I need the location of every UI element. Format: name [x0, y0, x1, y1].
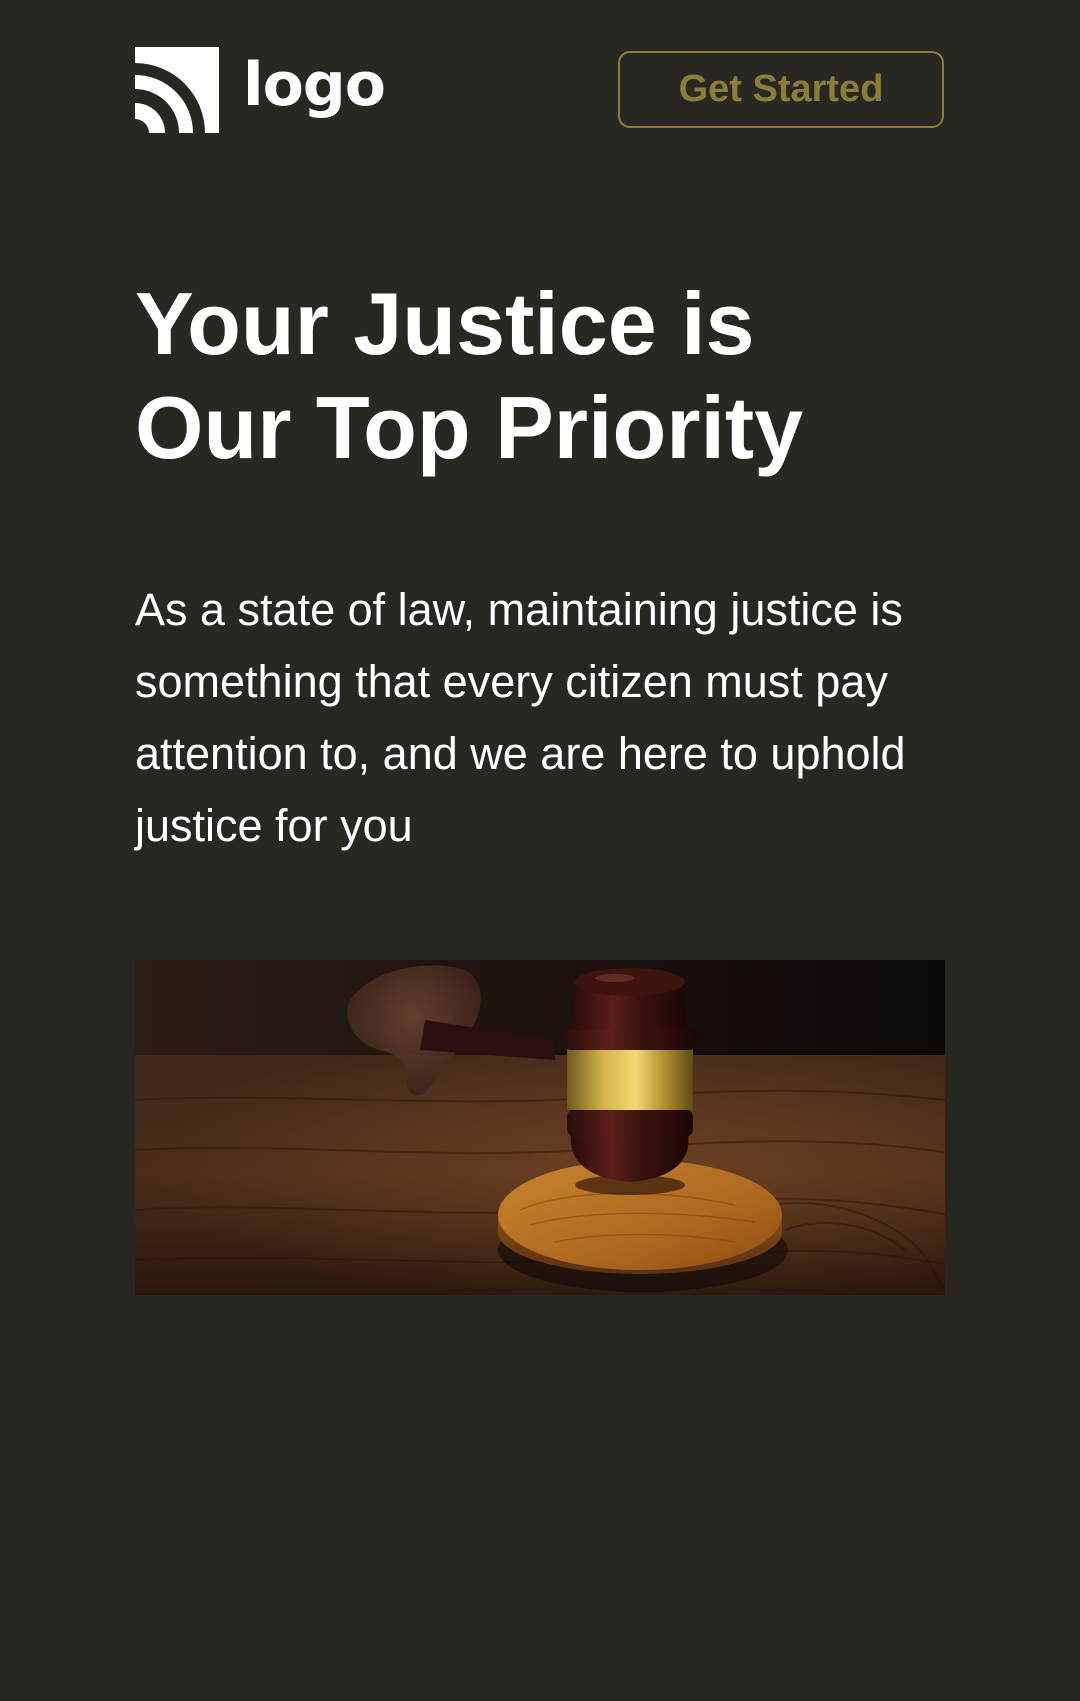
get-started-button[interactable]: Get Started: [618, 51, 944, 128]
hero-description: As a state of law, maintaining justice i…: [135, 584, 906, 851]
gavel-image: [135, 960, 945, 1295]
hero-headline-line-1: Your Justice is: [135, 274, 755, 373]
hero-headline-line-2: Our Top Priority: [135, 378, 804, 477]
hero-headline: Your Justice is Our Top Priority: [135, 272, 955, 480]
logo-mark-icon: [135, 47, 219, 133]
logo-text: logo: [243, 50, 386, 120]
logo[interactable]: logo: [135, 47, 386, 133]
